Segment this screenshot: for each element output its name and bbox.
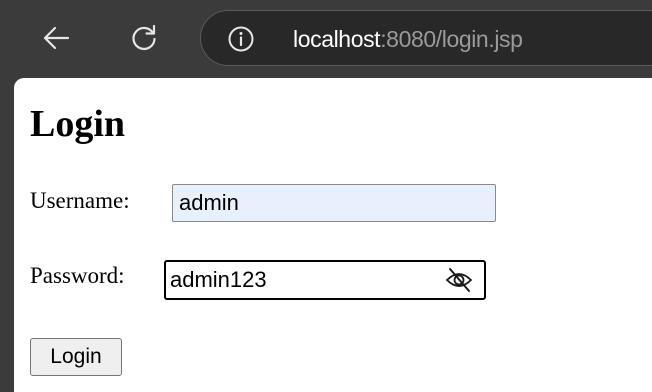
info-icon xyxy=(228,26,254,52)
url-path: :8080/login.jsp xyxy=(380,26,523,52)
reload-icon xyxy=(132,24,156,51)
url-text: localhost:8080/login.jsp xyxy=(293,24,523,54)
eye-slash-icon xyxy=(445,268,473,292)
toggle-password-visibility-button[interactable] xyxy=(444,266,474,294)
password-field[interactable]: admin123 xyxy=(164,260,486,300)
reload-button[interactable] xyxy=(122,16,166,60)
site-info-button[interactable] xyxy=(227,25,255,53)
page-title: Login xyxy=(30,103,126,145)
password-input[interactable]: admin123 xyxy=(170,262,267,298)
url-host: localhost xyxy=(293,26,381,52)
username-input[interactable]: admin xyxy=(172,184,496,222)
address-bar[interactable]: localhost:8080/login.jsp xyxy=(200,10,652,66)
browser-window: localhost:8080/login.jsp Login Username:… xyxy=(0,0,652,392)
login-button[interactable]: Login xyxy=(30,338,122,376)
username-label: Username: xyxy=(30,188,130,213)
page-content: Login Username: admin Password: admin123… xyxy=(14,78,652,392)
back-arrow-icon xyxy=(43,26,70,50)
password-label: Password: xyxy=(30,263,125,288)
browser-toolbar: localhost:8080/login.jsp xyxy=(0,0,652,80)
back-button[interactable] xyxy=(34,16,78,60)
